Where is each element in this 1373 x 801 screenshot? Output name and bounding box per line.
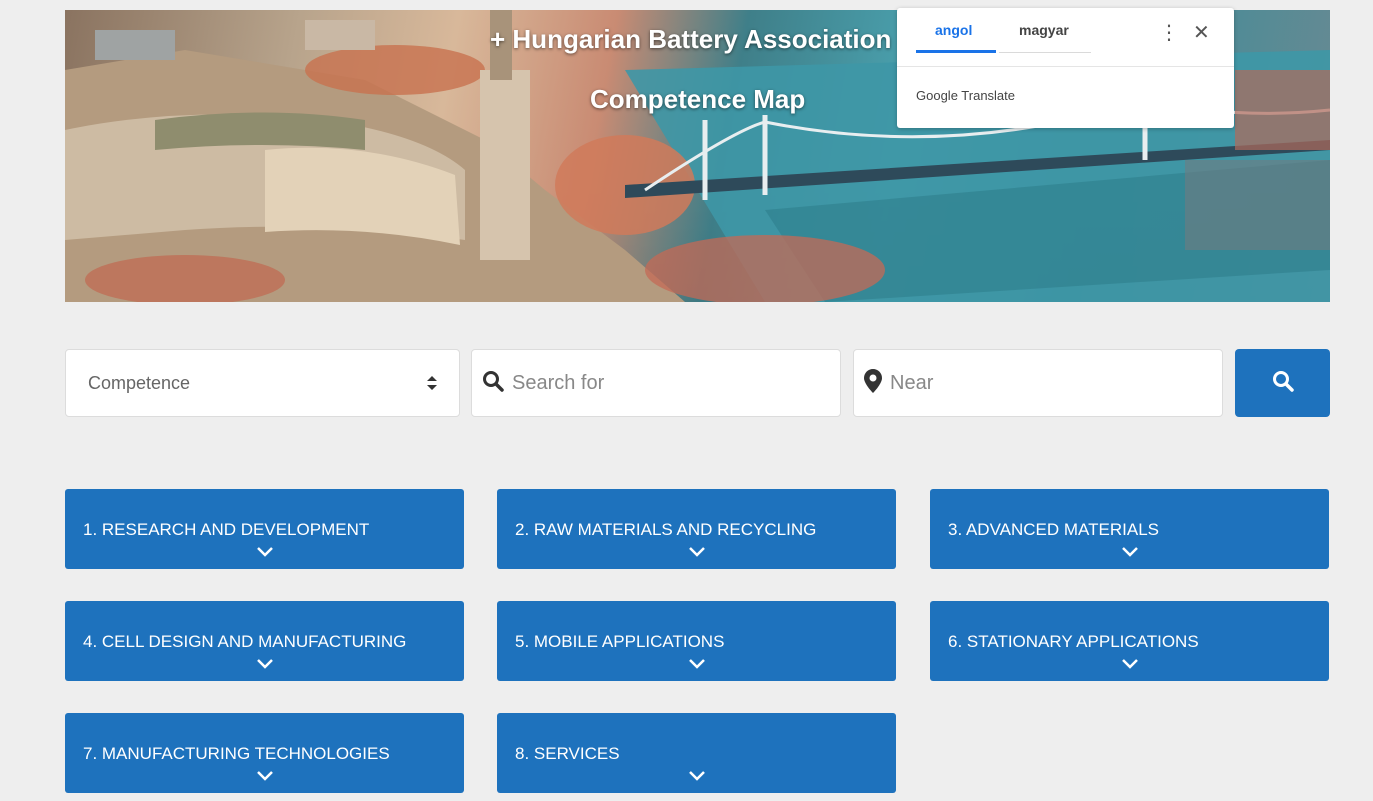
competence-select-label: Competence: [88, 372, 191, 393]
more-vert-icon[interactable]: ⋮: [1159, 20, 1179, 45]
category-label: 3. ADVANCED MATERIALS: [948, 520, 1159, 539]
category-label: 4. CELL DESIGN AND MANUFACTURING: [83, 632, 407, 651]
close-icon[interactable]: ✕: [1193, 20, 1210, 45]
near-input[interactable]: [888, 362, 1212, 404]
hero-title: + Hungarian Battery Association -: [490, 24, 908, 54]
category-button-stationary-applications[interactable]: 6. STATIONARY APPLICATIONS: [930, 601, 1329, 681]
search-input[interactable]: [510, 362, 830, 404]
chevron-down-icon: [688, 656, 705, 674]
category-button-cell-design-manufacturing[interactable]: 4. CELL DESIGN AND MANUFACTURING: [65, 601, 464, 681]
competence-select[interactable]: Competence: [65, 349, 460, 417]
category-button-services[interactable]: 8. SERVICES: [497, 713, 896, 793]
google-translate-brand: Google Translate: [916, 88, 1016, 103]
map-marker-icon: [864, 368, 882, 398]
category-label: 1. RESEARCH AND DEVELOPMENT: [83, 520, 370, 539]
category-button-raw-materials-recycling[interactable]: 2. RAW MATERIALS AND RECYCLING: [497, 489, 896, 569]
category-button-manufacturing-technologies[interactable]: 7. MANUFACTURING TECHNOLOGIES: [65, 713, 464, 793]
chevron-down-icon: [256, 544, 273, 562]
active-tab-indicator: [916, 50, 996, 53]
chevron-down-icon: [1121, 656, 1138, 674]
search-icon: [1272, 370, 1294, 397]
category-button-mobile-applications[interactable]: 5. MOBILE APPLICATIONS: [497, 601, 896, 681]
tab-magyar[interactable]: magyar: [1019, 22, 1069, 38]
category-label: 2. RAW MATERIALS AND RECYCLING: [515, 520, 817, 539]
chevron-down-icon: [688, 768, 705, 786]
category-button-research-development[interactable]: 1. RESEARCH AND DEVELOPMENT: [65, 489, 464, 569]
tab-angol[interactable]: angol: [935, 22, 972, 38]
translate-language-tabs: angol magyar ⋮ ✕: [897, 8, 1234, 67]
category-label: 6. STATIONARY APPLICATIONS: [948, 632, 1199, 651]
chevron-down-icon: [1121, 544, 1138, 562]
category-label: 8. SERVICES: [515, 744, 620, 763]
hero-subtitle: Competence Map: [590, 84, 806, 114]
search-field[interactable]: [471, 349, 841, 417]
category-button-advanced-materials[interactable]: 3. ADVANCED MATERIALS: [930, 489, 1329, 569]
google-translate-popup: angol magyar ⋮ ✕ Google Translate: [897, 8, 1234, 128]
category-label: 5. MOBILE APPLICATIONS: [515, 632, 725, 651]
near-field[interactable]: [853, 349, 1223, 417]
chevron-down-icon: [256, 656, 273, 674]
sort-arrows-icon: [427, 376, 437, 390]
chevron-down-icon: [688, 544, 705, 562]
tab-divider: [999, 52, 1091, 53]
chevron-down-icon: [256, 768, 273, 786]
search-button[interactable]: [1235, 349, 1330, 417]
search-icon: [482, 370, 504, 397]
category-label: 7. MANUFACTURING TECHNOLOGIES: [83, 744, 390, 763]
